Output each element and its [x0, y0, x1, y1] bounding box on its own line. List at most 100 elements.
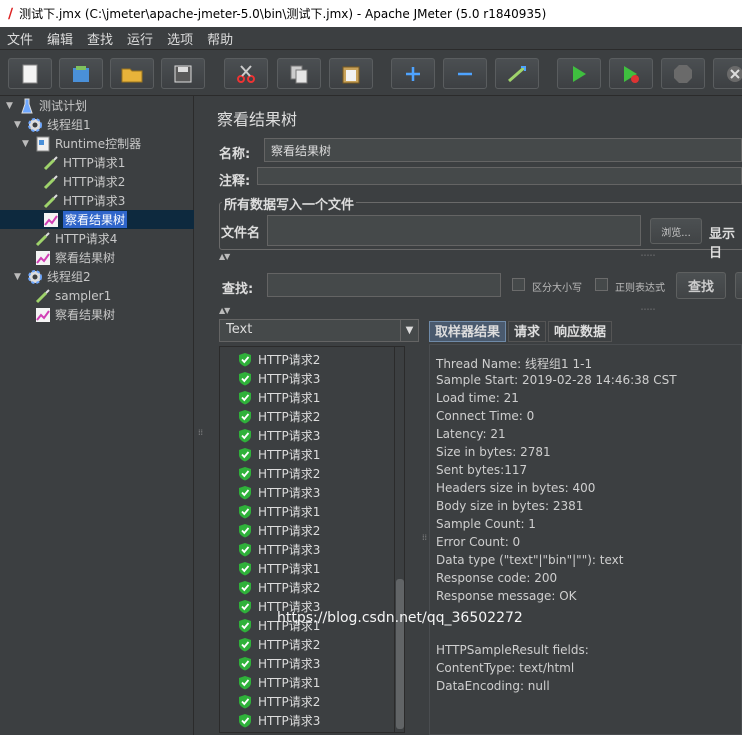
file-group-title: 所有数据写入一个文件	[222, 194, 357, 213]
comment-field[interactable]	[257, 167, 742, 185]
filename-input[interactable]	[267, 215, 641, 246]
expand-arrow-icon[interactable]: ▼	[14, 120, 26, 130]
expand-all-button[interactable]	[391, 58, 435, 89]
tree-node-view-results-tree-3[interactable]: 察看结果树	[34, 305, 115, 324]
open-button[interactable]	[110, 58, 154, 89]
templates-button[interactable]	[59, 58, 103, 89]
menu-options[interactable]: 选项	[160, 29, 200, 48]
copy-button[interactable]	[277, 58, 321, 89]
tree-node-view-results-tree-2[interactable]: 察看结果树	[34, 248, 115, 267]
detail-line: Error Count: 0	[436, 535, 521, 549]
expand-arrow-icon[interactable]: ▼	[22, 139, 34, 149]
result-label: HTTP请求3	[258, 429, 321, 443]
renderer-select[interactable]: Text ▼	[219, 319, 419, 342]
collapse-triangles-icon[interactable]: ▲▼	[219, 306, 230, 315]
result-list-item[interactable]: HTTP请求3	[238, 483, 320, 502]
result-list-item[interactable]: HTTP请求3	[238, 540, 320, 559]
tree-node-sampler1[interactable]: sampler1	[34, 286, 111, 305]
toggle-button[interactable]	[495, 58, 539, 89]
success-shield-icon	[239, 562, 251, 576]
result-label: HTTP请求2	[258, 467, 321, 481]
scrollbar-thumb[interactable]	[396, 579, 404, 729]
collapse-all-button[interactable]	[443, 58, 487, 89]
tree-node-http-request-4[interactable]: HTTP请求4	[34, 229, 117, 248]
search-button[interactable]: 查找	[676, 272, 726, 299]
stop-button[interactable]	[661, 58, 705, 89]
start-no-pause-button[interactable]	[609, 58, 653, 89]
result-list-scrollbar[interactable]	[394, 347, 404, 732]
gear-icon	[26, 269, 43, 285]
result-list-item[interactable]: HTTP请求2	[238, 692, 320, 711]
tab-sampler-result[interactable]: 取样器结果	[429, 321, 507, 342]
split-pane-divider[interactable]: ⁞⁞	[195, 96, 207, 735]
start-button[interactable]	[557, 58, 601, 89]
search-label: 查找:	[222, 282, 254, 297]
regex-checkbox[interactable]	[595, 278, 608, 291]
result-list-item[interactable]: HTTP请求1	[238, 445, 320, 464]
result-list-item[interactable]: HTTP请求3	[238, 426, 320, 445]
menu-help[interactable]: 帮助	[200, 29, 240, 48]
success-shield-icon	[239, 600, 251, 614]
result-list-item[interactable]: HTTP请求2	[238, 464, 320, 483]
menu-edit[interactable]: 编辑	[40, 29, 80, 48]
result-list-item[interactable]: HTTP请求1	[238, 502, 320, 521]
test-plan-tree: ▼ 测试计划 ▼ 线程组1 ▼ Runtime控制器 HTTP请求1 HTTP请…	[0, 96, 194, 735]
gear-icon	[26, 117, 43, 133]
menu-search[interactable]: 查找	[80, 29, 120, 48]
result-list-item[interactable]: HTTP请求2	[238, 578, 320, 597]
shutdown-button[interactable]	[713, 58, 742, 89]
cut-button[interactable]	[224, 58, 268, 89]
tree-node-http-request-1[interactable]: HTTP请求1	[42, 153, 125, 172]
detail-line: Body size in bytes: 2381	[436, 499, 584, 513]
expand-arrow-icon[interactable]: ▼	[14, 272, 26, 282]
divider-dots-icon: ˙˙˙˙˙	[640, 308, 656, 317]
shutdown-icon	[727, 65, 742, 82]
result-list-item[interactable]: HTTP请求3	[238, 369, 320, 388]
splitter-grip-icon[interactable]: ⁞⁞	[422, 534, 428, 542]
comment-label: 注释:	[219, 174, 251, 189]
tab-response-data[interactable]: 响应数据	[548, 321, 613, 342]
paste-button[interactable]	[329, 58, 373, 89]
detail-line: Headers size in bytes: 400	[436, 481, 596, 495]
menu-run[interactable]: 运行	[120, 29, 160, 48]
search-input[interactable]	[267, 273, 501, 297]
result-list-item[interactable]: HTTP请求2	[238, 407, 320, 426]
new-button[interactable]	[8, 58, 52, 89]
name-field[interactable]: 察看结果树	[264, 138, 742, 162]
tree-node-thread-group-1[interactable]: ▼ 线程组1	[14, 115, 91, 134]
tree-node-view-results-tree-selected[interactable]: 察看结果树	[0, 210, 194, 229]
chart-icon	[42, 212, 59, 228]
sampler-result-detail: Thread Name: 线程组1 1-1 Sample Start: 2019-…	[429, 344, 742, 735]
open-icon	[121, 68, 143, 82]
reset-button[interactable]	[735, 272, 742, 299]
success-shield-icon	[239, 505, 251, 519]
tree-node-thread-group-2[interactable]: ▼ 线程组2	[14, 267, 91, 286]
result-list-item[interactable]: HTTP请求2	[238, 350, 320, 369]
result-list-item[interactable]: HTTP请求3	[238, 711, 320, 730]
collapse-triangles-icon[interactable]: ▲▼	[219, 252, 230, 261]
expand-arrow-icon[interactable]: ▼	[6, 101, 18, 111]
result-list-item[interactable]: HTTP请求1	[238, 388, 320, 407]
result-label: HTTP请求1	[258, 505, 321, 519]
save-button[interactable]	[161, 58, 205, 89]
tree-node-http-request-2[interactable]: HTTP请求2	[42, 172, 125, 191]
detail-line: Size in bytes: 2781	[436, 445, 551, 459]
result-label: HTTP请求2	[258, 410, 321, 424]
result-list-item[interactable]: HTTP请求1	[238, 673, 320, 692]
result-list-item[interactable]: HTTP请求2	[238, 635, 320, 654]
menu-file[interactable]: 文件	[0, 29, 40, 48]
tree-node-http-request-3[interactable]: HTTP请求3	[42, 191, 125, 210]
tab-request[interactable]: 请求	[508, 321, 547, 342]
regex-label: 正则表达式	[615, 283, 665, 294]
result-label: HTTP请求1	[258, 391, 321, 405]
result-list-item[interactable]: HTTP请求2	[238, 521, 320, 540]
success-shield-icon	[239, 391, 251, 405]
expand-icon	[406, 66, 420, 81]
result-list-item[interactable]: HTTP请求1	[238, 559, 320, 578]
tree-node-runtime-controller[interactable]: ▼ Runtime控制器	[22, 134, 141, 153]
browse-button[interactable]: 浏览...	[650, 218, 702, 244]
result-list-item[interactable]: HTTP请求3	[238, 654, 320, 673]
case-sensitive-checkbox[interactable]	[512, 278, 525, 291]
sample-result-list[interactable]: HTTP请求2 HTTP请求3 HTTP请求1 HTTP请求2 HTTP请求3 HTTP请…	[219, 346, 405, 733]
tree-node-test-plan[interactable]: ▼ 测试计划	[6, 96, 87, 115]
